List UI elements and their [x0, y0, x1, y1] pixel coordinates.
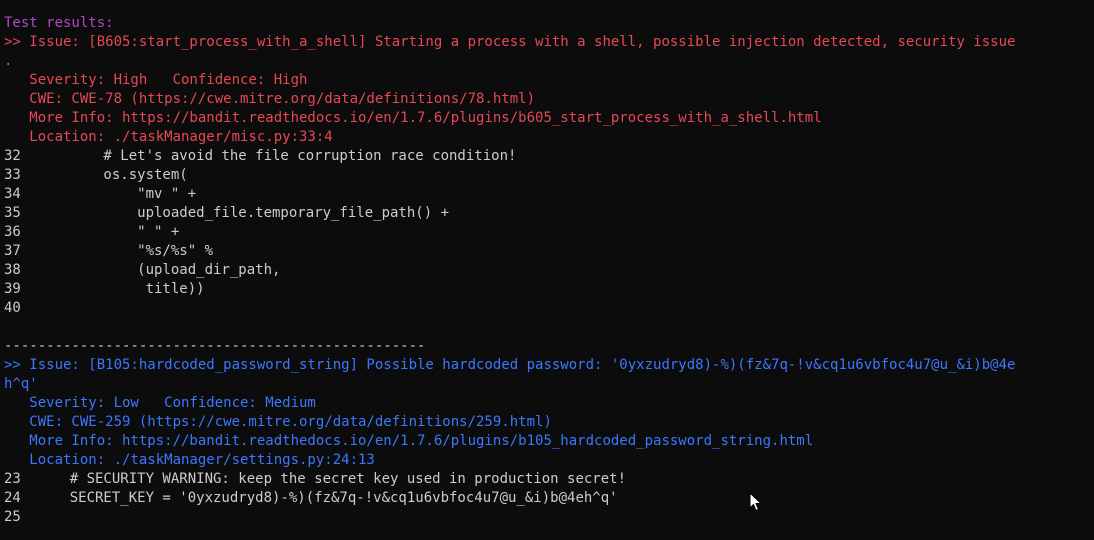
code-line: 38 (upload_dir_path,	[4, 261, 1094, 280]
code-text: os.system(	[36, 167, 188, 183]
issue-1-cwe: CWE: CWE-78 (https://cwe.mitre.org/data/…	[4, 91, 536, 107]
terminal-window[interactable]: Test results: >> Issue: [B605:start_proc…	[0, 0, 1094, 540]
line-number: 37	[4, 243, 21, 259]
code-text: (upload_dir_path,	[36, 262, 281, 278]
code-text: " " +	[36, 224, 180, 240]
line-number: 23	[4, 471, 21, 487]
code-line: 36 " " +	[4, 223, 1094, 242]
test-results-header: Test results:	[4, 15, 114, 31]
code-line: 33 os.system(	[4, 166, 1094, 185]
line-number: 38	[4, 262, 21, 278]
code-line: 34 "mv " +	[4, 185, 1094, 204]
line-number: 33	[4, 167, 21, 183]
issue-2-cwe: CWE: CWE-259 (https://cwe.mitre.org/data…	[4, 414, 552, 430]
line-number: 35	[4, 205, 21, 221]
code-text: # SECURITY WARNING: keep the secret key …	[36, 471, 627, 487]
mouse-pointer-icon	[749, 492, 763, 512]
issue-2-severity: Severity: Low Confidence: Medium	[4, 395, 316, 411]
code-line: 23 # SECURITY WARNING: keep the secret k…	[4, 470, 1094, 489]
code-line: 37 "%s/%s" %	[4, 242, 1094, 261]
issue-2-title-wrap: h^q'	[4, 376, 38, 392]
code-text: "mv " +	[36, 186, 197, 202]
code-line: 39 title))	[4, 280, 1094, 299]
code-line: 24 SECRET_KEY = '0yxzudryd8)-%)(fz&7q-!v…	[4, 489, 1094, 508]
issue-1-title-wrap: .	[4, 53, 13, 69]
line-number: 40	[4, 300, 21, 316]
code-text: uploaded_file.temporary_file_path() +	[36, 205, 450, 221]
code-line: 40	[4, 299, 1094, 318]
code-text: "%s/%s" %	[36, 243, 214, 259]
issue-2-location: Location: ./taskManager/settings.py:24:1…	[4, 452, 375, 468]
issue-1-severity: Severity: High Confidence: High	[4, 72, 308, 88]
line-number: 32	[4, 148, 21, 164]
code-text: title))	[36, 281, 205, 297]
separator: ----------------------------------------…	[4, 338, 426, 354]
code-line: 32 # Let's avoid the file corruption rac…	[4, 147, 1094, 166]
code-line: 25	[4, 508, 1094, 527]
line-number: 24	[4, 490, 21, 506]
line-number: 39	[4, 281, 21, 297]
issue-2-more-info: More Info: https://bandit.readthedocs.io…	[4, 433, 814, 449]
issue-1-more-info: More Info: https://bandit.readthedocs.io…	[4, 110, 822, 126]
issue-1-location: Location: ./taskManager/misc.py:33:4	[4, 129, 333, 145]
code-text: # Let's avoid the file corruption race c…	[36, 148, 517, 164]
line-number: 34	[4, 186, 21, 202]
issue-2-title: >> Issue: [B105:hardcoded_password_strin…	[4, 357, 1016, 373]
line-number: 36	[4, 224, 21, 240]
code-line: 35 uploaded_file.temporary_file_path() +	[4, 204, 1094, 223]
issue-1-title: >> Issue: [B605:start_process_with_a_she…	[4, 34, 1016, 50]
line-number: 25	[4, 509, 21, 525]
code-text: SECRET_KEY = '0yxzudryd8)-%)(fz&7q-!v&cq…	[36, 490, 618, 506]
